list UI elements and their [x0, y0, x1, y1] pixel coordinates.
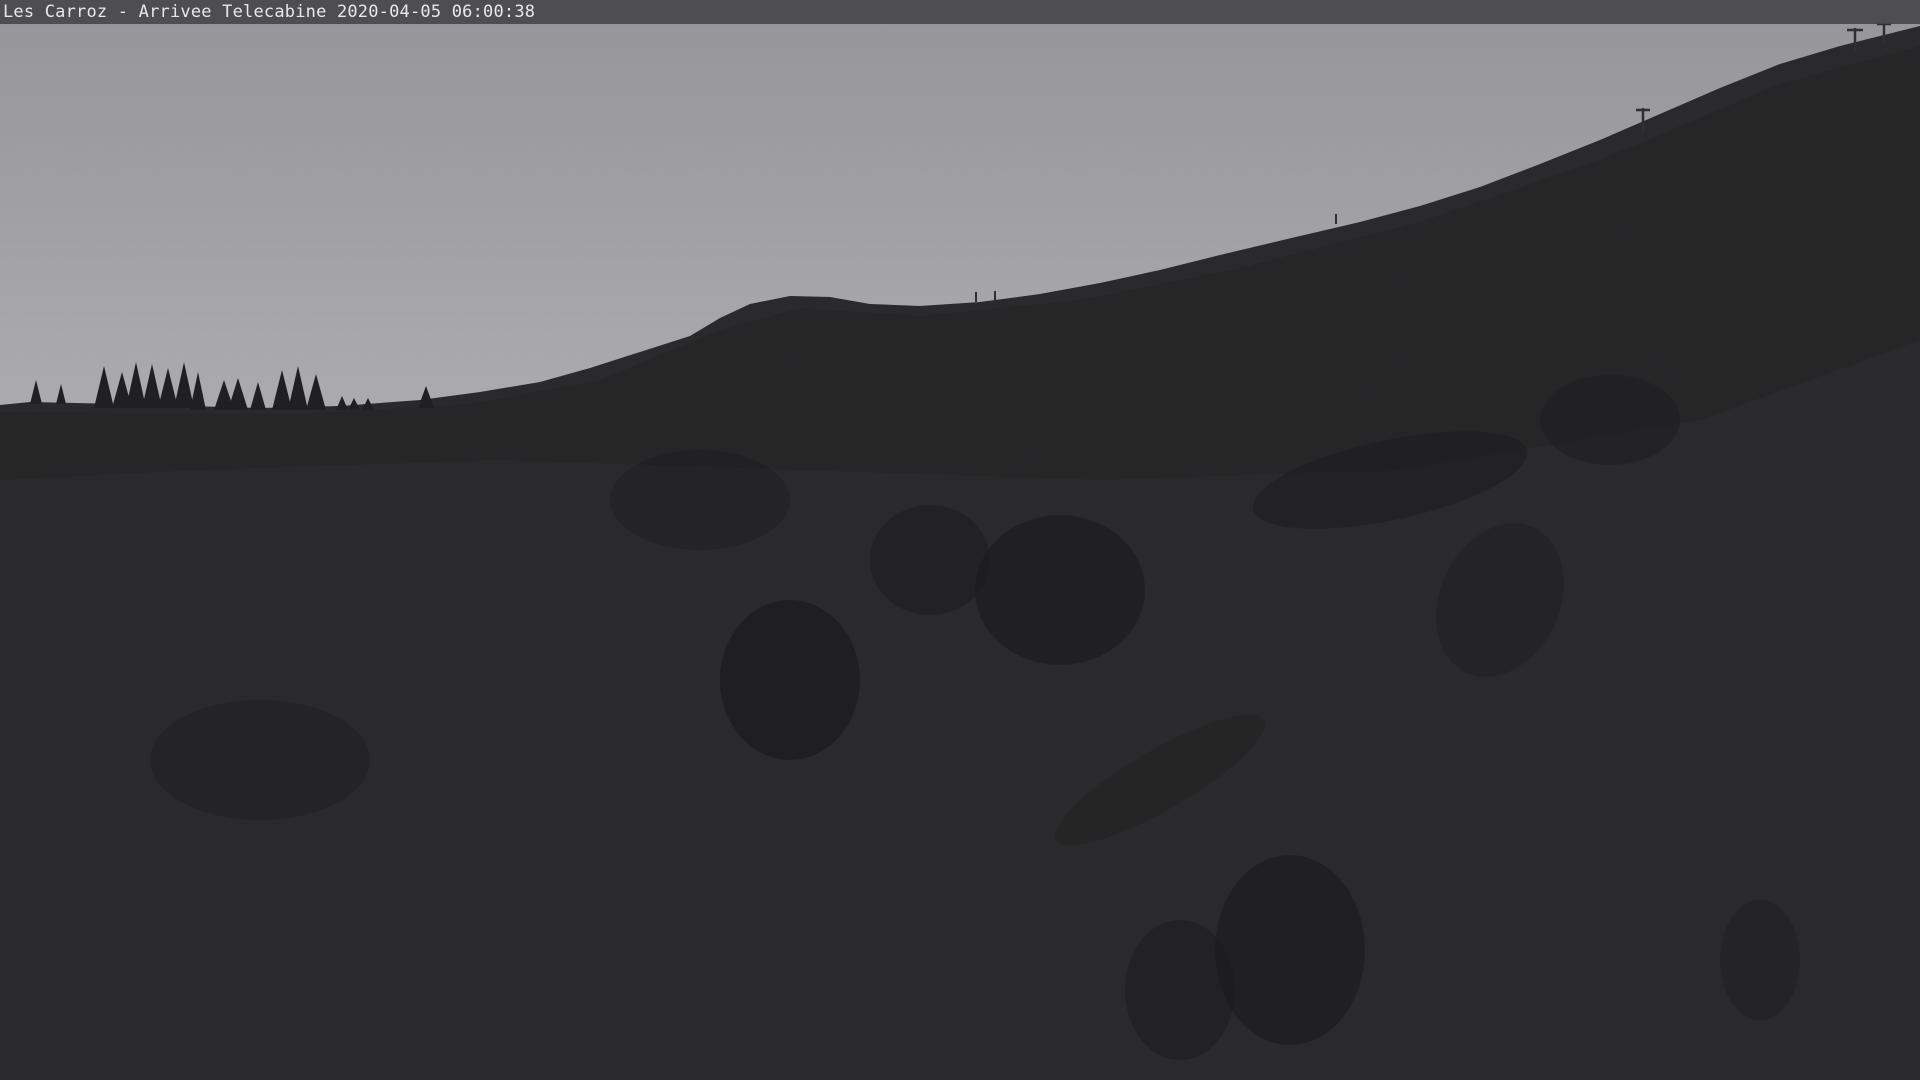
capture-date: 2020-04-05 — [336, 2, 442, 22]
webcam-scene — [0, 0, 1920, 1080]
sensor-noise — [0, 0, 1920, 1080]
webcam-frame: Les Carroz - Arrivee Telecabine 2020-04-… — [0, 0, 1920, 1080]
location-name: Les Carroz — [3, 2, 108, 22]
timestamp-bar: Les Carroz - Arrivee Telecabine 2020-04-… — [0, 0, 1920, 24]
capture-time: 06:00:38 — [451, 2, 536, 22]
camera-name: Arrivee Telecabine — [138, 2, 327, 22]
timestamp-caption: Les Carroz - Arrivee Telecabine 2020-04-… — [3, 1, 535, 23]
caption-separator: - — [107, 2, 139, 22]
